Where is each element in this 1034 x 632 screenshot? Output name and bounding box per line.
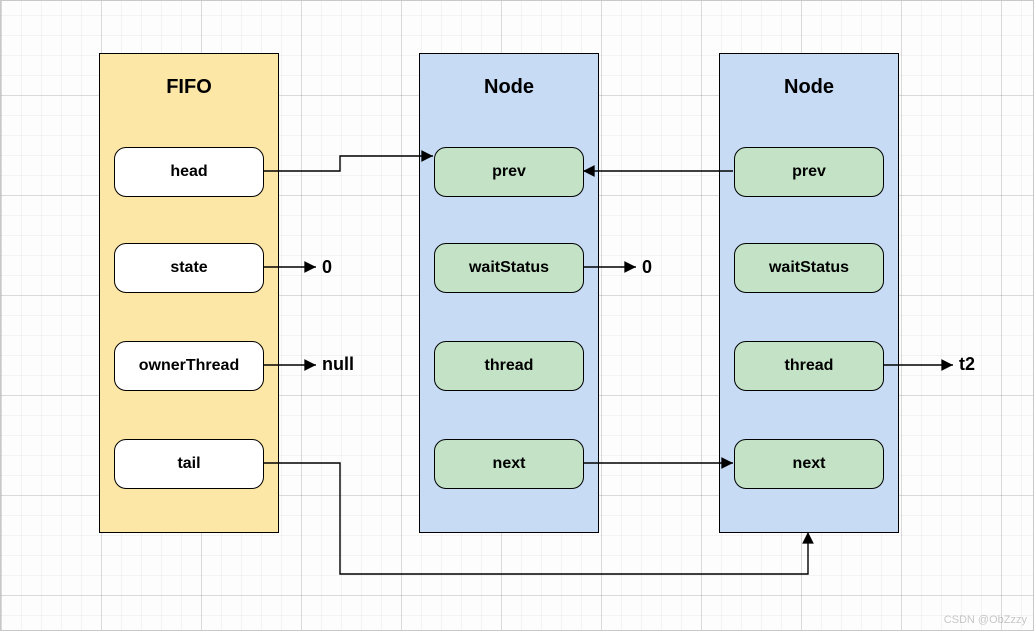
node2-field-prev: prev <box>734 147 884 197</box>
fifo-ownerthread-value: null <box>322 354 354 375</box>
node1-field-waitstatus: waitStatus <box>434 243 584 293</box>
fifo-field-tail: tail <box>114 439 264 489</box>
fifo-state-value: 0 <box>322 257 332 278</box>
fifo-title: FIFO <box>100 76 278 99</box>
fifo-box: FIFO head state ownerThread tail <box>99 53 279 533</box>
watermark-text: CSDN @ObZzzy <box>944 614 1027 626</box>
node2-box: Node prev waitStatus thread next <box>719 53 899 533</box>
arrow-head-to-node1 <box>263 156 433 171</box>
node2-title: Node <box>720 76 898 99</box>
node2-field-waitstatus: waitStatus <box>734 243 884 293</box>
node1-waitstatus-value: 0 <box>642 257 652 278</box>
node1-field-prev: prev <box>434 147 584 197</box>
fifo-field-state: state <box>114 243 264 293</box>
node2-field-thread: thread <box>734 341 884 391</box>
node2-field-next: next <box>734 439 884 489</box>
node1-field-thread: thread <box>434 341 584 391</box>
diagram-canvas: FIFO head state ownerThread tail 0 null … <box>0 0 1034 631</box>
node2-thread-value: t2 <box>959 354 975 375</box>
node1-field-next: next <box>434 439 584 489</box>
node1-title: Node <box>420 76 598 99</box>
fifo-field-head: head <box>114 147 264 197</box>
fifo-field-ownerthread: ownerThread <box>114 341 264 391</box>
node1-box: Node prev waitStatus thread next <box>419 53 599 533</box>
